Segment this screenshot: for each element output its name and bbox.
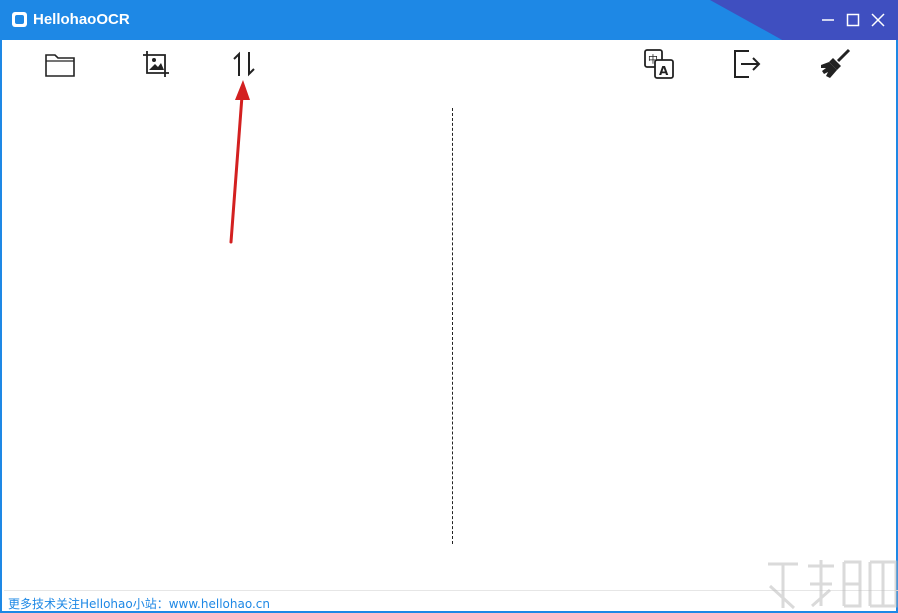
watermark-logo [768,560,898,610]
status-link-text[interactable]: 更多技术关注Hellohao小站：www.hellohao.cn [8,595,270,612]
app-window: HellohaoOCR 中 A 更多技术关注Hellohao小站：www.hel… [0,0,898,613]
annotation-arrow [229,80,250,244]
